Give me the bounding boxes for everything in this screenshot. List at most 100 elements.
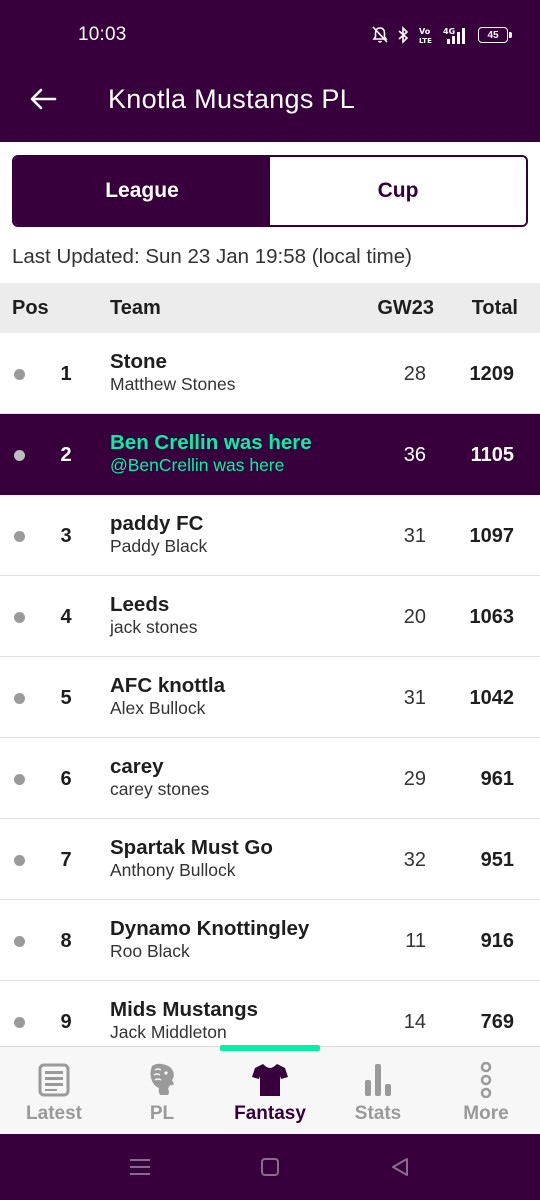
movement-dot-icon	[14, 450, 25, 461]
arrow-left-icon	[30, 88, 57, 110]
svg-text:4G: 4G	[443, 27, 455, 36]
table-row-current-user[interactable]: 2 Ben Crellin was here @BenCrellin was h…	[0, 414, 540, 495]
row-position: 7	[60, 849, 72, 871]
movement-dot-icon	[14, 1017, 25, 1028]
table-row[interactable]: 3 paddy FC Paddy Black 31 1097	[0, 495, 540, 576]
movement-dot-icon	[14, 936, 25, 947]
nav-more[interactable]: More	[432, 1047, 540, 1134]
nav-label-stats: Stats	[354, 1103, 402, 1124]
bottom-nav: Latest PL Fantasy Stats More	[0, 1045, 540, 1134]
movement-dot-icon	[14, 612, 25, 623]
table-row[interactable]: 7 Spartak Must Go Anthony Bullock 32 951	[0, 819, 540, 900]
row-gameweek-points: 29	[403, 768, 426, 790]
row-team-name: AFC knottla	[110, 674, 226, 697]
bell-off-icon	[372, 26, 388, 43]
more-vertical-icon	[480, 1062, 492, 1098]
svg-text:Vo: Vo	[419, 27, 431, 36]
row-gameweek-points: 36	[403, 444, 426, 466]
row-gameweek-points: 20	[403, 606, 426, 628]
bluetooth-icon	[398, 26, 409, 44]
row-total-points: 1097	[469, 525, 515, 547]
row-position: 2	[60, 444, 72, 466]
row-gameweek-points: 28	[403, 363, 426, 385]
row-manager-name: Paddy Black	[110, 536, 208, 556]
table-row[interactable]: 9 Mids Mustangs Jack Middleton 14 769	[0, 981, 540, 1045]
nav-latest[interactable]: Latest	[0, 1047, 108, 1134]
nav-label-more: More	[463, 1103, 509, 1124]
row-position: 5	[60, 687, 72, 709]
recent-apps-button[interactable]	[75, 1158, 205, 1176]
status-icons: Vo LTE 4G 45	[372, 24, 512, 46]
row-total-points: 951	[480, 849, 514, 871]
header-team: Team	[110, 297, 161, 319]
news-icon	[38, 1063, 70, 1097]
table-header: Pos Team GW23 Total	[0, 283, 540, 333]
system-back-button[interactable]	[335, 1157, 465, 1177]
row-manager-name: Anthony Bullock	[110, 860, 236, 880]
row-team-name: paddy FC	[110, 512, 204, 535]
signal-4g-icon: 4G	[443, 27, 465, 44]
row-team-name: Spartak Must Go	[110, 836, 273, 859]
square-icon	[261, 1158, 279, 1176]
battery-icon: 45	[478, 27, 512, 43]
table-row[interactable]: 4 Leeds jack stones 20 1063	[0, 576, 540, 657]
table-row[interactable]: 6 carey carey stones 29 961	[0, 738, 540, 819]
row-manager-name: jack stones	[110, 617, 198, 637]
row-total-points: 1063	[469, 606, 515, 628]
nav-fantasy[interactable]: Fantasy	[216, 1045, 324, 1134]
nav-stats[interactable]: Stats	[324, 1047, 432, 1134]
row-gameweek-points: 11	[405, 930, 426, 952]
back-button[interactable]	[22, 78, 64, 120]
row-manager-name: @BenCrellin was here	[110, 455, 285, 475]
row-total-points: 1105	[470, 444, 514, 466]
shirt-icon	[252, 1064, 288, 1096]
nav-label-pl: PL	[149, 1103, 175, 1124]
svg-text:LTE: LTE	[419, 37, 432, 44]
active-tab-indicator	[220, 1045, 320, 1051]
row-total-points: 961	[480, 768, 514, 790]
row-gameweek-points: 31	[403, 687, 426, 709]
volte-icon: Vo LTE	[419, 27, 432, 44]
row-team-name: Stone	[110, 350, 167, 373]
nav-pl[interactable]: PL	[108, 1047, 216, 1134]
header-total: Total	[471, 297, 518, 319]
movement-dot-icon	[14, 855, 25, 866]
table-row[interactable]: 5 AFC knottla Alex Bullock 31 1042	[0, 657, 540, 738]
table-row[interactable]: 1 Stone Matthew Stones 28 1209	[0, 333, 540, 414]
row-team-name: carey	[110, 755, 164, 778]
standings-list: 1 Stone Matthew Stones 28 1209 2 Ben Cre…	[0, 333, 540, 1045]
row-team-name: Mids Mustangs	[110, 998, 259, 1021]
row-total-points: 1209	[469, 363, 515, 385]
tab-cup[interactable]: Cup	[270, 157, 526, 225]
row-total-points: 1042	[469, 687, 515, 709]
row-manager-name: Roo Black	[110, 941, 190, 961]
row-team-name: Leeds	[110, 593, 170, 616]
row-manager-name: carey stones	[110, 779, 210, 799]
triangle-back-icon	[392, 1158, 408, 1176]
header-pos: Pos	[12, 297, 49, 319]
movement-dot-icon	[14, 693, 25, 704]
row-position: 9	[60, 1011, 72, 1033]
row-total-points: 916	[480, 930, 514, 952]
row-gameweek-points: 31	[403, 525, 426, 547]
lion-icon	[150, 1063, 174, 1095]
tab-league[interactable]: League	[14, 157, 270, 225]
row-total-points: 769	[480, 1011, 514, 1033]
row-position: 6	[60, 768, 72, 790]
menu-icon	[130, 1159, 150, 1175]
nav-label-fantasy: Fantasy	[234, 1103, 306, 1124]
header-gameweek: GW23	[377, 297, 434, 319]
row-team-name: Ben Crellin was here	[110, 431, 312, 454]
row-manager-name: Alex Bullock	[110, 698, 206, 718]
row-position: 1	[60, 363, 72, 385]
bar-chart-icon	[365, 1064, 391, 1096]
last-updated-text: Last Updated: Sun 23 Jan 19:58 (local ti…	[12, 245, 412, 268]
row-manager-name: Matthew Stones	[110, 374, 236, 394]
row-position: 4	[60, 606, 72, 628]
row-position: 8	[60, 930, 72, 952]
movement-dot-icon	[14, 369, 25, 380]
home-button[interactable]	[205, 1157, 335, 1177]
battery-level: 45	[487, 29, 499, 41]
table-row[interactable]: 8 Dynamo Knottingley Roo Black 11 916	[0, 900, 540, 981]
row-gameweek-points: 32	[403, 849, 426, 871]
